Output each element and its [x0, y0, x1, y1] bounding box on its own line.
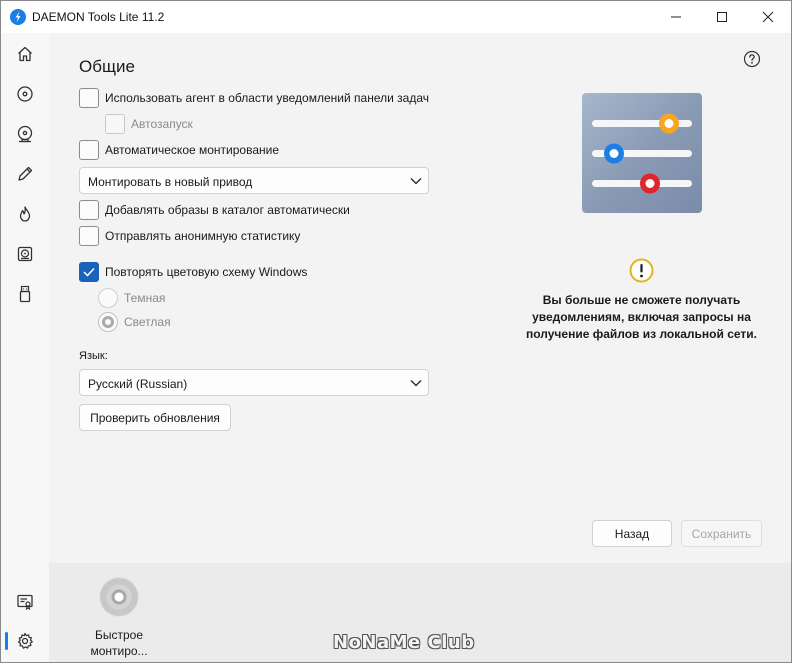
flame-icon[interactable]: [15, 204, 35, 224]
settings-sliders-illustration: [582, 93, 702, 213]
theme-light-radio[interactable]: [98, 312, 118, 332]
minimize-button[interactable]: [653, 1, 699, 33]
language-label: Язык:: [79, 350, 108, 362]
repeat-color-label: Повторять цветовую схему Windows: [105, 265, 308, 279]
disc-image-icon[interactable]: [15, 124, 35, 144]
send-stats-checkbox-row[interactable]: Отправлять анонимную статистику: [79, 226, 300, 246]
sliders-icon: [592, 113, 692, 194]
pencil-icon[interactable]: [15, 164, 35, 184]
checkmark-icon: [83, 267, 95, 277]
theme-light-radio-row[interactable]: Светлая: [98, 312, 171, 332]
use-agent-checkbox[interactable]: [79, 88, 99, 108]
active-nav-indicator: [5, 632, 8, 650]
autostart-checkbox[interactable]: [105, 114, 125, 134]
gear-icon[interactable]: [15, 631, 35, 651]
app-window: DAEMON Tools Lite 11.2 Общие Использоват…: [0, 0, 792, 663]
add-images-checkbox-row[interactable]: Добавлять образы в каталог автоматически: [79, 200, 350, 220]
auto-mount-label: Автоматическое монтирование: [105, 143, 280, 157]
theme-dark-radio[interactable]: [98, 288, 118, 308]
auto-mount-checkbox-row[interactable]: Автоматическое монтирование: [79, 140, 279, 160]
chevron-down-icon: [410, 178, 422, 185]
theme-dark-radio-row[interactable]: Темная: [98, 288, 165, 308]
disc-icon[interactable]: [15, 84, 35, 104]
title-bar: DAEMON Tools Lite 11.2: [1, 1, 791, 33]
sidebar: [1, 33, 49, 662]
maximize-button[interactable]: [699, 1, 745, 33]
autostart-checkbox-row[interactable]: Автозапуск: [105, 114, 193, 134]
add-images-label: Добавлять образы в каталог автоматически: [105, 203, 350, 217]
mount-mode-value: Монтировать в новый привод: [88, 175, 253, 189]
back-button[interactable]: Назад: [592, 520, 672, 547]
notification-warning-text: Вы больше не сможете получать уведомлени…: [526, 293, 757, 341]
page-title: Общие: [79, 57, 135, 76]
help-icon[interactable]: [743, 50, 761, 68]
repeat-color-checkbox-row[interactable]: Повторять цветовую схему Windows: [79, 262, 307, 282]
quick-mount-panel: Быстрое монтиро... NoNaMe Club: [49, 563, 791, 662]
add-images-checkbox[interactable]: [79, 200, 99, 220]
use-agent-label: Использовать агент в области уведомлений…: [105, 91, 429, 105]
repeat-color-checkbox[interactable]: [79, 262, 99, 282]
theme-light-label: Светлая: [124, 315, 171, 329]
save-button[interactable]: Сохранить: [681, 520, 762, 547]
use-agent-checkbox-row[interactable]: Использовать агент в области уведомлений…: [79, 88, 429, 108]
quick-mount-label[interactable]: Быстрое монтиро...: [69, 627, 169, 659]
send-stats-checkbox[interactable]: [79, 226, 99, 246]
maximize-icon: [717, 12, 727, 22]
send-stats-label: Отправлять анонимную статистику: [105, 229, 301, 243]
watermark-text: NoNaMe Club: [333, 632, 475, 653]
language-value: Русский (Russian): [88, 377, 188, 391]
close-button[interactable]: [745, 1, 791, 33]
window-title: DAEMON Tools Lite 11.2: [32, 10, 165, 24]
virtual-drive-icon[interactable]: [15, 244, 35, 264]
check-updates-button[interactable]: Проверить обновления: [79, 404, 231, 431]
theme-dark-label: Темная: [124, 291, 166, 305]
license-icon[interactable]: [15, 592, 35, 612]
settings-panel: Общие Использовать агент в области уведо…: [49, 33, 791, 563]
chevron-down-icon: [410, 380, 422, 387]
mount-mode-dropdown[interactable]: Монтировать в новый привод: [79, 167, 429, 194]
autostart-label: Автозапуск: [131, 117, 193, 131]
auto-mount-checkbox[interactable]: [79, 140, 99, 160]
home-icon[interactable]: [15, 44, 35, 64]
daemon-tools-logo-icon: [10, 9, 26, 25]
quick-mount-disc-icon[interactable]: [100, 578, 138, 616]
minimize-icon: [671, 16, 681, 18]
close-icon: [762, 11, 774, 23]
warning-icon: [629, 258, 654, 283]
language-dropdown[interactable]: Русский (Russian): [79, 369, 429, 396]
usb-drive-icon[interactable]: [15, 284, 35, 304]
